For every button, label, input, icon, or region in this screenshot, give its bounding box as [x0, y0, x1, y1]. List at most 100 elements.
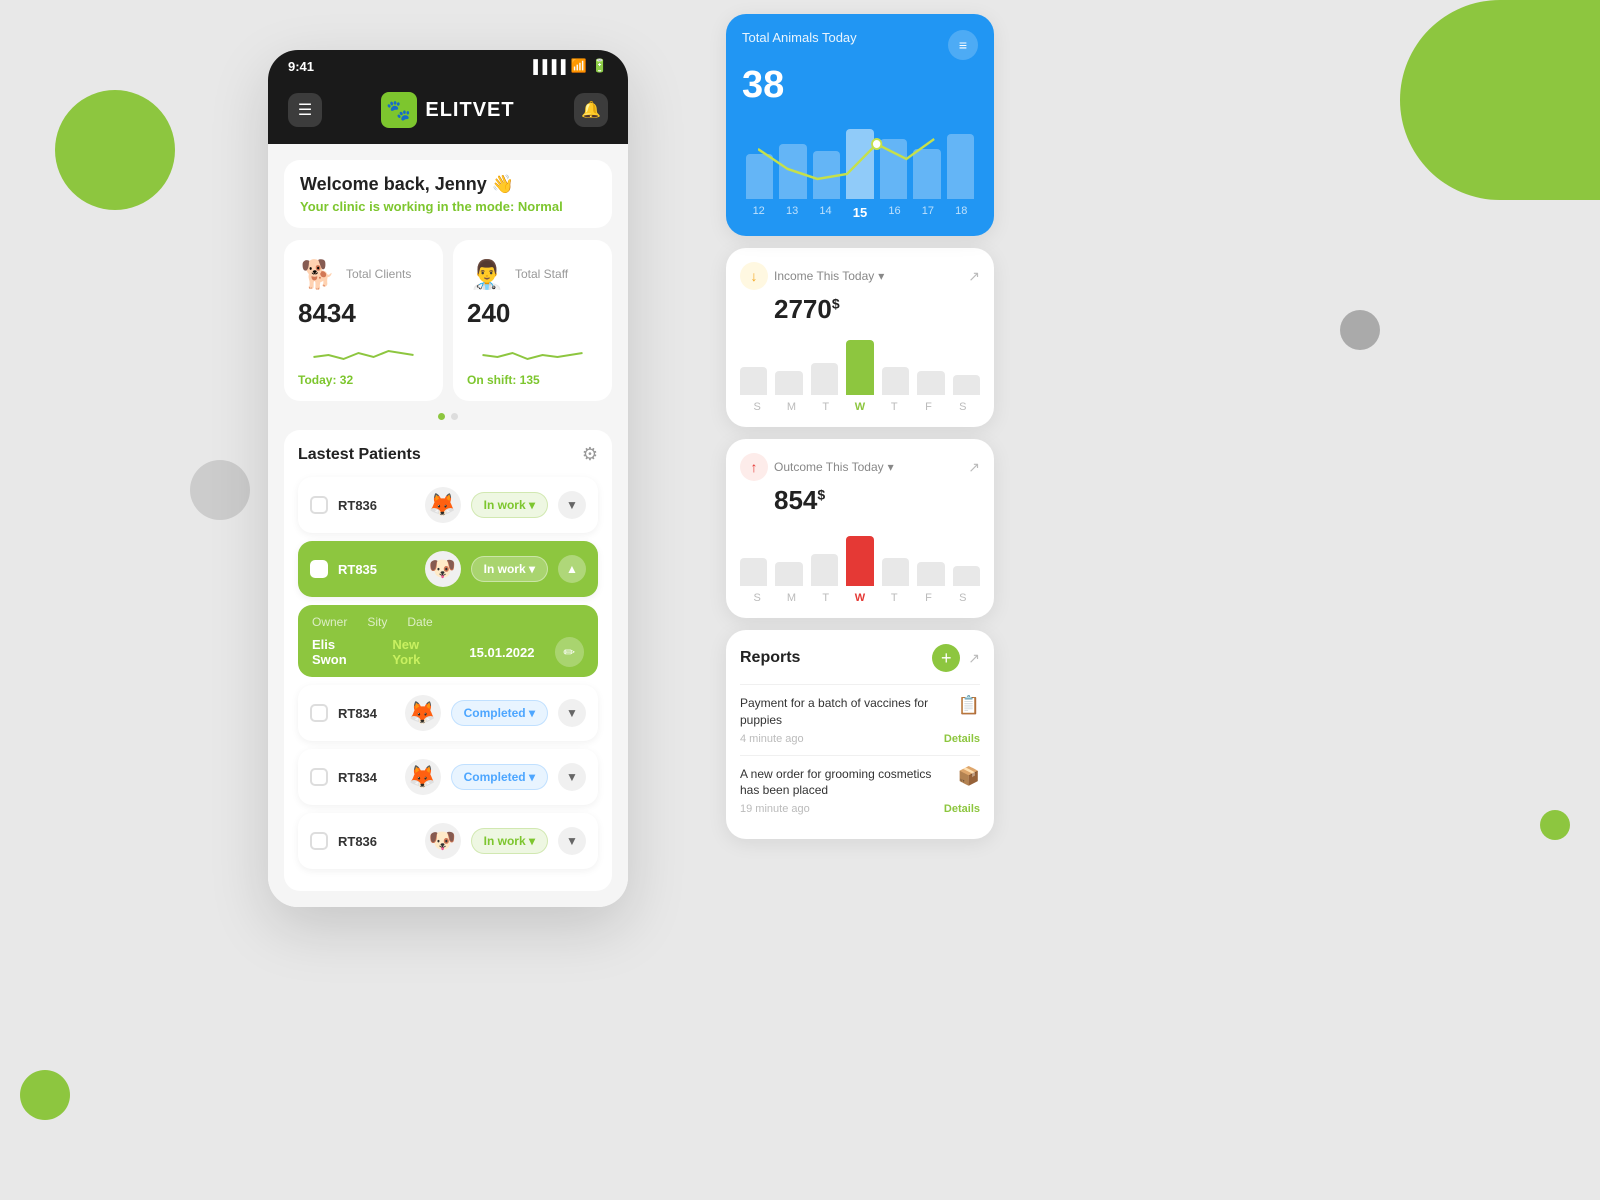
income-expand-button[interactable]: ↗	[968, 268, 980, 285]
reports-card-inner: Reports + ↗ Payment for a batch of vacci…	[726, 630, 994, 839]
animals-chart-wrap	[742, 119, 978, 199]
animals-menu-button[interactable]: ≡	[948, 30, 978, 60]
report-details-vaccines[interactable]: Details	[944, 733, 980, 745]
animals-header: Total Animals Today ≡	[742, 30, 978, 60]
stat-card-clients: 🐕 Total Clients 8434 Today: 32	[284, 240, 443, 401]
arrow-up-icon: ↑	[751, 459, 758, 475]
patient-checkbox-rt836-2[interactable]	[310, 832, 328, 850]
patient-checkbox-rt834-1[interactable]	[310, 704, 328, 722]
patient-checkbox-rt836-1[interactable]	[310, 496, 328, 514]
pet-avatar-rt836-1: 🦊	[425, 487, 461, 523]
expand-btn-rt836-2[interactable]: ▼	[558, 827, 586, 855]
income-label-s2: S	[946, 401, 980, 413]
status-bar: 9:41 ▐▐▐▐ 📶 🔋	[268, 50, 628, 82]
income-title-row: ↓ Income This Today ▾	[740, 262, 884, 290]
expand-btn-rt834-2[interactable]: ▼	[558, 763, 586, 791]
report-details-grooming[interactable]: Details	[944, 803, 980, 815]
outcome-title-row: ↑ Outcome This Today ▾	[740, 453, 894, 481]
outcome-bar-s1	[740, 558, 767, 586]
outcome-bar-w	[846, 536, 873, 586]
reports-title: Reports	[740, 649, 800, 667]
city-value: New York	[392, 637, 449, 667]
outcome-dropdown-icon[interactable]: ▾	[888, 460, 894, 474]
outcome-bar-chart	[740, 526, 980, 586]
patient-id-rt834-1: RT834	[338, 706, 395, 721]
patients-title: Lastest Patients	[298, 446, 421, 464]
outcome-card: ↑ Outcome This Today ▾ ↗ 854$	[726, 439, 994, 618]
patient-checkbox-rt835[interactable]	[310, 560, 328, 578]
status-badge-rt834-2[interactable]: Completed ▾	[451, 764, 548, 790]
expand-btn-rt835[interactable]: ▲	[558, 555, 586, 583]
dot-1[interactable]	[438, 413, 445, 420]
edit-button-rt835[interactable]: ✏	[555, 637, 584, 667]
filter-button[interactable]: ⚙	[582, 444, 598, 465]
pet-avatar-rt834-1: 🦊	[405, 695, 441, 731]
battery-icon: 🔋	[592, 58, 608, 74]
phone-body: Welcome back, Jenny 👋 Your clinic is wor…	[268, 144, 628, 907]
patient-id-rt835: RT835	[338, 562, 415, 577]
staff-wave	[467, 337, 598, 367]
animals-value: 38	[742, 64, 978, 107]
outcome-expand-button[interactable]: ↗	[968, 459, 980, 476]
label-12: 12	[753, 205, 765, 220]
income-bar-s1	[740, 367, 767, 395]
patient-row-rt834-2[interactable]: RT834 🦊 Completed ▾ ▼	[298, 749, 598, 805]
right-panel: Total Animals Today ≡ 38	[726, 14, 994, 839]
notification-button[interactable]: 🔔	[574, 93, 608, 127]
hamburger-icon: ☰	[298, 100, 312, 120]
welcome-title: Welcome back, Jenny 👋	[300, 174, 596, 195]
report-text-grooming: A new order for grooming cosmetics has b…	[740, 766, 950, 800]
outcome-week-labels: S M T W T F S	[740, 592, 980, 604]
subtitle-text: Your clinic is working in the mode:	[300, 199, 514, 214]
detail-labels: Owner Sity Date	[312, 615, 584, 629]
expand-btn-rt836-1[interactable]: ▼	[558, 491, 586, 519]
deco-circle-gray-left	[190, 460, 250, 520]
outcome-bar-t2	[882, 558, 909, 586]
stat-header-clients: 🐕 Total Clients	[298, 254, 429, 294]
patient-row-rt835[interactable]: RT835 🐶 In work ▾ ▲	[298, 541, 598, 597]
outcome-card-inner: ↑ Outcome This Today ▾ ↗ 854$	[726, 439, 994, 618]
patient-checkbox-rt834-2[interactable]	[310, 768, 328, 786]
income-label-f: F	[911, 401, 945, 413]
income-label-t1: T	[809, 401, 843, 413]
menu-button[interactable]: ☰	[288, 93, 322, 127]
welcome-subtitle: Your clinic is working in the mode: Norm…	[300, 199, 596, 214]
status-badge-rt834-1[interactable]: Completed ▾	[451, 700, 548, 726]
outcome-value: 854$	[774, 485, 980, 516]
clients-label: Total Clients	[346, 267, 411, 281]
income-dropdown-icon[interactable]: ▾	[878, 269, 884, 283]
staff-label: Total Staff	[515, 267, 568, 281]
phone-container: 9:41 ▐▐▐▐ 📶 🔋 ☰ 🐾 ELITVET 🔔 W	[268, 50, 628, 907]
status-badge-rt835[interactable]: In work ▾	[471, 556, 548, 582]
stat-card-staff: 👨‍⚕️ Total Staff 240 On shift: 135	[453, 240, 612, 401]
expand-btn-rt834-1[interactable]: ▼	[558, 699, 586, 727]
income-label-t2: T	[877, 401, 911, 413]
logo-icon: 🐾	[381, 92, 417, 128]
staff-avatar: 👨‍⚕️	[467, 254, 507, 294]
status-badge-rt836-1[interactable]: In work ▾	[471, 492, 548, 518]
patient-row-rt834-1[interactable]: RT834 🦊 Completed ▾ ▼	[298, 685, 598, 741]
status-badge-rt836-2[interactable]: In work ▾	[471, 828, 548, 854]
animals-title: Total Animals Today	[742, 30, 857, 45]
income-bar-t1	[811, 363, 838, 395]
reports-add-button[interactable]: +	[932, 644, 960, 672]
patient-row-rt836-1[interactable]: RT836 🦊 In work ▾ ▼	[298, 477, 598, 533]
owner-label: Owner	[312, 615, 347, 629]
reports-actions: + ↗	[932, 644, 980, 672]
pet-avatar-rt835: 🐶	[425, 551, 461, 587]
report-row-vaccines: Payment for a batch of vaccines for pupp…	[740, 695, 980, 729]
income-label-w: W	[843, 401, 877, 413]
deco-circle-green-bottomright	[1540, 810, 1570, 840]
line-chart-overlay	[758, 119, 962, 204]
patient-row-rt836-2[interactable]: RT836 🐶 In work ▾ ▼	[298, 813, 598, 869]
report-row-grooming: A new order for grooming cosmetics has b…	[740, 766, 980, 800]
outcome-bar-m	[775, 562, 802, 586]
deco-circle-gray-right	[1340, 310, 1380, 350]
income-bar-t2	[882, 367, 909, 395]
dot-2[interactable]	[451, 413, 458, 420]
report-item-grooming: A new order for grooming cosmetics has b…	[740, 755, 980, 826]
patient-id-rt836-2: RT836	[338, 834, 415, 849]
reports-expand-button[interactable]: ↗	[968, 650, 980, 667]
clients-wave	[298, 337, 429, 367]
detail-values: Elis Swon New York 15.01.2022 ✏	[312, 637, 584, 667]
